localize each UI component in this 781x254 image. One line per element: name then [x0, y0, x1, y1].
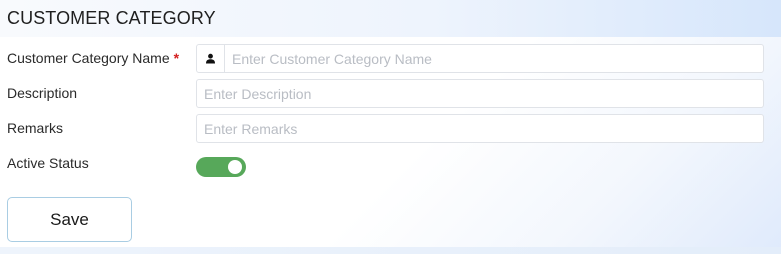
page-header: CUSTOMER CATEGORY	[0, 0, 781, 37]
category-name-label: Customer Category Name *	[7, 50, 179, 66]
user-icon	[197, 45, 225, 72]
remarks-label: Remarks	[7, 120, 64, 136]
description-label: Description	[7, 85, 78, 101]
description-input[interactable]	[197, 80, 763, 107]
remarks-input[interactable]	[197, 115, 763, 142]
active-status-label: Active Status	[7, 155, 89, 171]
active-status-toggle[interactable]	[196, 157, 246, 177]
category-name-field	[196, 44, 764, 73]
remarks-field	[196, 114, 764, 143]
page-title: CUSTOMER CATEGORY	[7, 8, 216, 28]
toggle-knob	[228, 160, 242, 174]
bottom-strip	[0, 247, 781, 254]
required-marker: *	[173, 50, 180, 66]
save-button[interactable]: Save	[7, 197, 132, 242]
category-name-label-text: Customer Category Name	[7, 50, 170, 66]
category-name-input[interactable]	[225, 45, 763, 72]
description-field	[196, 79, 764, 108]
